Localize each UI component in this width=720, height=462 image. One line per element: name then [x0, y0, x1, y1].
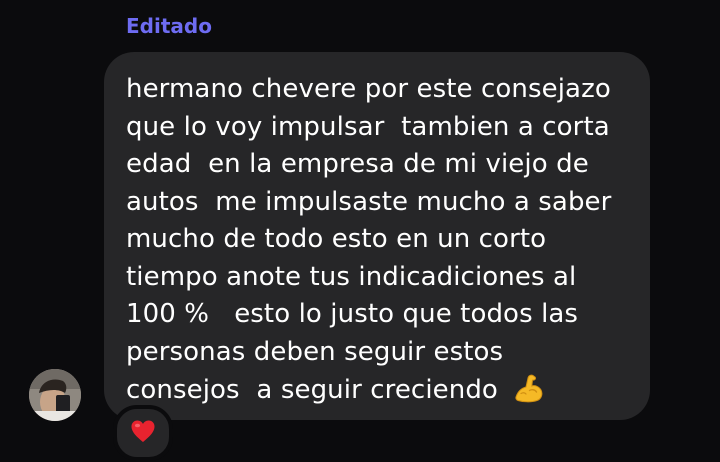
edited-label: Editado [126, 14, 212, 38]
chat-screen: Editado hermano chevere por este conseja… [0, 0, 720, 462]
message-line-5: mucho de todo esto en un corto [126, 224, 547, 254]
message-line-4: autos me impulsaste mucho a saber [126, 186, 612, 217]
flexed-biceps-icon [512, 371, 546, 410]
message-line-3: edad en la empresa de mi viejo de [126, 149, 589, 179]
sender-avatar[interactable] [29, 369, 81, 421]
message-bubble[interactable]: hermano chevere por este consejazo que l… [104, 52, 650, 420]
message-line-7: 100 % esto lo justo que todos las [126, 299, 579, 329]
message-line-1: hermano chevere por este consejazo [126, 74, 611, 104]
message-line-8: personas deben seguir estos [126, 336, 504, 367]
message-line-2: que lo voy impulsar tambien a corta [126, 111, 610, 142]
message-last-row: consejos a seguir creciendo [126, 371, 630, 410]
red-heart-icon [129, 418, 157, 449]
reaction-heart[interactable] [113, 405, 173, 461]
message-line-6: tiempo anote tus indicadiciones al [126, 261, 577, 292]
message-line-9: consejos a seguir creciendo [126, 374, 507, 405]
